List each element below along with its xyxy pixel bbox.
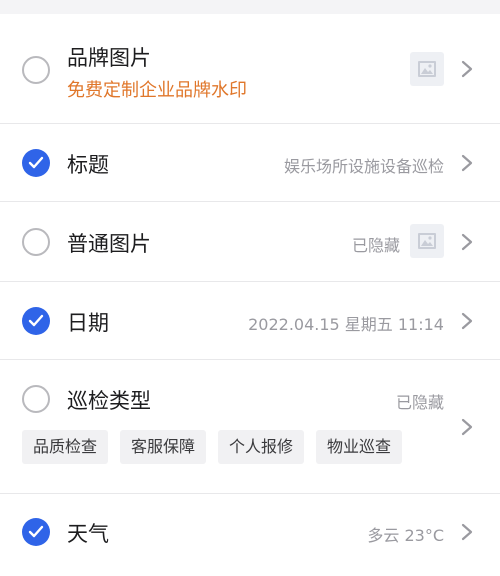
chevron-right-icon: [461, 523, 473, 541]
row-value: 已隐藏: [351, 236, 400, 255]
row-label: 标题: [67, 153, 109, 177]
checkbox-brand-image[interactable]: [22, 56, 50, 84]
row-date[interactable]: 日期 2022.04.15 星期五 11:14: [0, 282, 500, 360]
row-label: 普通图片: [67, 232, 151, 256]
row-label: 品牌图片: [67, 46, 151, 70]
tag-item[interactable]: 客服保障: [120, 430, 207, 464]
row-label: 日期: [67, 311, 109, 335]
row-value: 2022.04.15 星期五 11:14: [248, 315, 444, 334]
row-label: 天气: [67, 522, 109, 546]
checkbox-weather[interactable]: [22, 518, 50, 546]
row-value: 多云 23°C: [367, 526, 444, 545]
row-brand-image[interactable]: 品牌图片 免费定制企业品牌水印: [0, 14, 500, 124]
row-inspection-type[interactable]: 巡检类型 已隐藏 品质检查 客服保障 个人报修 物业巡查: [0, 360, 500, 494]
tag-item[interactable]: 个人报修: [218, 430, 305, 464]
checkbox-date[interactable]: [22, 307, 50, 335]
chevron-right-icon: [461, 312, 473, 330]
checkbox-title[interactable]: [22, 149, 50, 177]
tag-item[interactable]: 物业巡查: [316, 430, 403, 464]
watermark-settings-list: 品牌图片 免费定制企业品牌水印 标题 娱乐场所设施设备巡检 普通图片 已隐藏 日…: [0, 14, 500, 576]
brand-watermark-promo[interactable]: 免费定制企业品牌水印: [67, 76, 247, 102]
tag-item[interactable]: 品质检查: [22, 430, 109, 464]
chevron-right-icon: [461, 418, 473, 436]
row-normal-image[interactable]: 普通图片 已隐藏: [0, 202, 500, 282]
image-placeholder-icon[interactable]: [410, 52, 444, 86]
row-label: 巡检类型: [67, 389, 151, 413]
chevron-right-icon: [461, 233, 473, 251]
checkbox-normal-image[interactable]: [22, 228, 50, 256]
row-weather[interactable]: 天气 多云 23°C: [0, 494, 500, 576]
inspection-type-tags: 品质检查 客服保障 个人报修 物业巡查: [22, 430, 403, 464]
image-placeholder-icon[interactable]: [410, 224, 444, 258]
checkbox-inspection-type[interactable]: [22, 385, 50, 413]
row-title[interactable]: 标题 娱乐场所设施设备巡检: [0, 124, 500, 202]
row-value: 娱乐场所设施设备巡检: [283, 157, 444, 176]
chevron-right-icon: [461, 60, 473, 78]
chevron-right-icon: [461, 154, 473, 172]
row-value: 已隐藏: [395, 393, 444, 412]
